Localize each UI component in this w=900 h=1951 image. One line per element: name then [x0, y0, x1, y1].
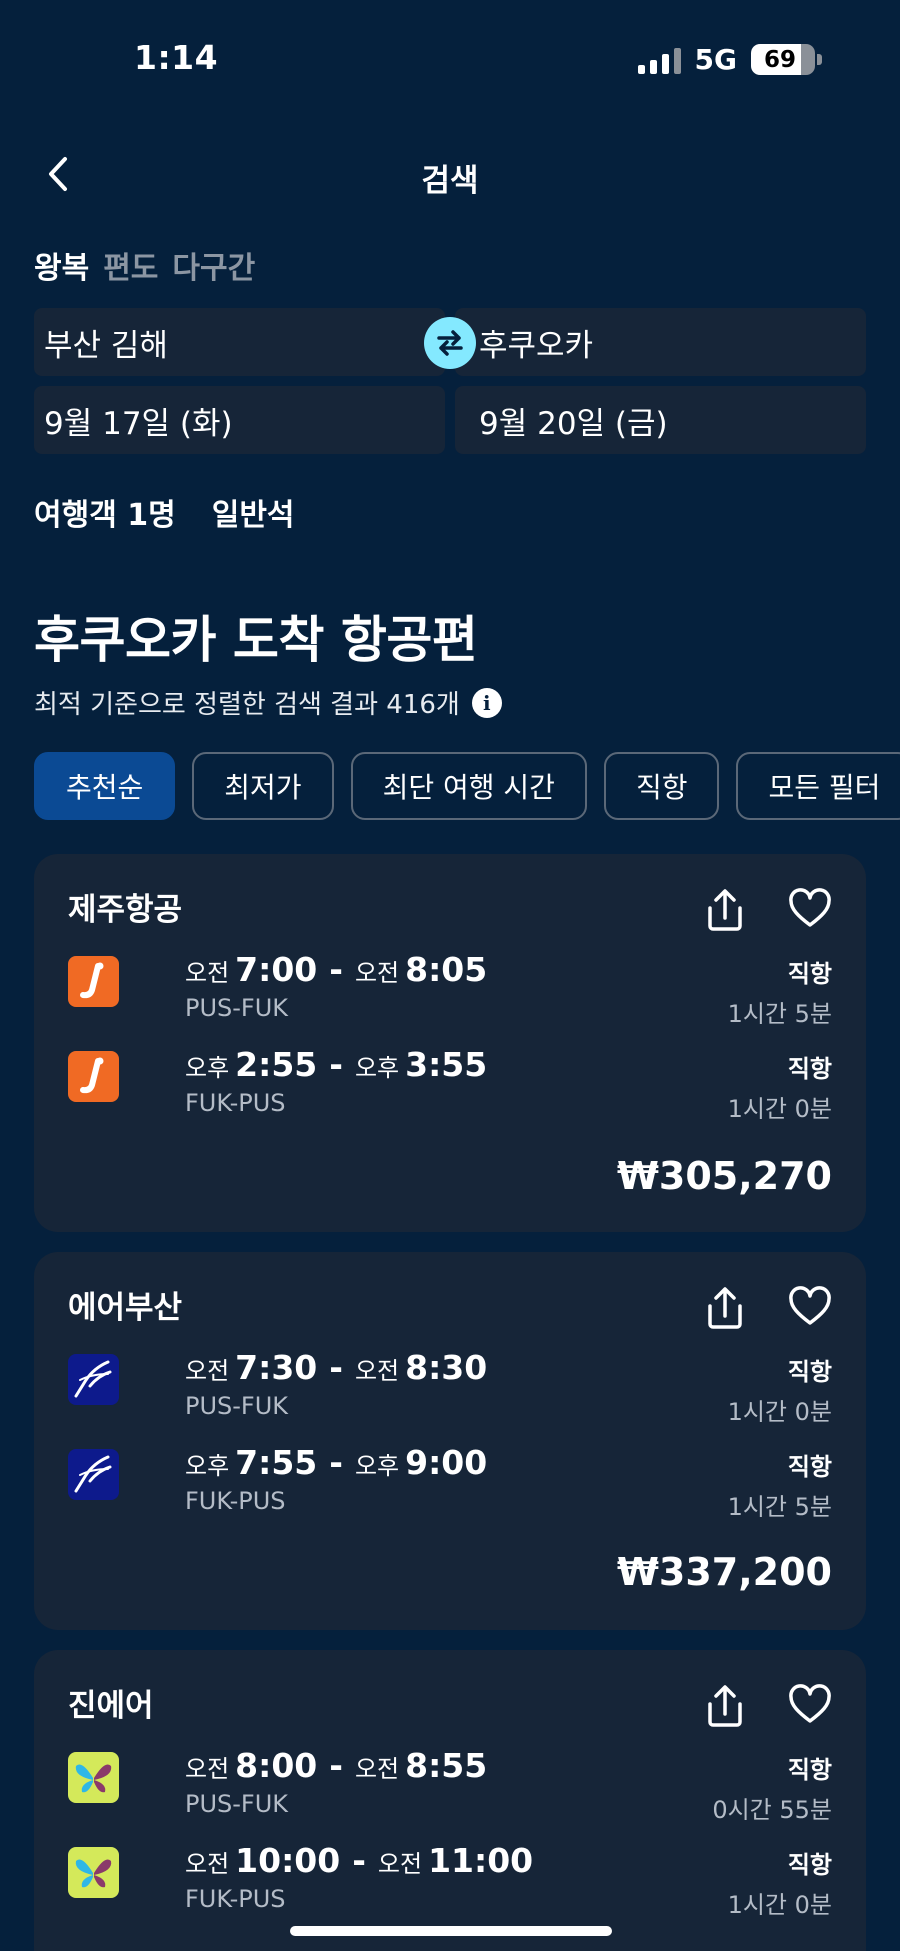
network-label: 5G — [694, 43, 737, 76]
jejuair-logo — [68, 1051, 119, 1102]
trip-type-tabs: 왕복 편도 다구간 — [34, 243, 255, 287]
leg-route: PUS-FUK — [185, 994, 289, 1022]
swap-button[interactable] — [424, 317, 476, 369]
leg-times: 오후 2:55- 오후 3:55 — [185, 1045, 488, 1084]
leg-duration: 1시간 5분 — [727, 1493, 832, 1521]
airline-name: 에어부산 — [68, 1290, 183, 1326]
chip-recommended[interactable]: 추천순 — [34, 752, 176, 820]
leg-route: FUK-PUS — [185, 1487, 286, 1515]
tab-round-trip[interactable]: 왕복 — [34, 243, 89, 287]
jejuair-logo — [68, 956, 119, 1007]
card-actions — [704, 888, 832, 932]
leg-stops: 직항 — [787, 1756, 832, 1784]
flight-price: ₩337,200 — [617, 1550, 832, 1594]
share-icon[interactable] — [704, 1286, 746, 1330]
travelers-selector[interactable]: 여행객 1명 — [34, 490, 176, 534]
destination-field[interactable]: 후쿠오카 — [455, 308, 866, 376]
leg-route: FUK-PUS — [185, 1885, 286, 1913]
flight-leg: 오전 7:00- 오전 8:05 PUS-FUK 직항 1시간 5분 — [68, 950, 832, 1030]
leg-duration: 1시간 0분 — [727, 1891, 832, 1919]
leg-times: 오전 8:00- 오전 8:55 — [185, 1746, 488, 1785]
leg-stops: 직항 — [787, 1453, 832, 1481]
battery-level: 69 — [763, 46, 796, 73]
cabin-selector[interactable]: 일반석 — [212, 490, 295, 534]
flight-leg: 오후 2:55- 오후 3:55 FUK-PUS 직항 1시간 0분 — [68, 1045, 832, 1125]
leg-stops: 직항 — [787, 1851, 832, 1879]
chip-direct[interactable]: 직항 — [603, 752, 720, 820]
airline-name: 진에어 — [68, 1688, 154, 1724]
leg-times: 오전 10:00- 오전 11:00 — [185, 1841, 534, 1880]
jinair-logo — [68, 1847, 119, 1898]
leg-route: PUS-FUK — [185, 1790, 289, 1818]
leg-duration: 1시간 0분 — [727, 1095, 832, 1123]
flight-price: ₩305,270 — [617, 1154, 832, 1198]
leg-times: 오후 7:55- 오후 9:00 — [185, 1443, 488, 1482]
leg-times: 오전 7:30- 오전 8:30 — [185, 1348, 488, 1387]
card-actions — [704, 1286, 832, 1330]
status-indicators: 5G 69 — [637, 43, 822, 76]
info-icon[interactable]: i — [471, 687, 502, 718]
battery-icon: 69 — [751, 44, 815, 75]
flight-leg: 오전 7:30- 오전 8:30 PUS-FUK 직항 1시간 0분 — [68, 1348, 832, 1428]
passenger-cabin-row: 여행객 1명 일반석 — [34, 490, 295, 534]
flight-card[interactable]: 진에어 오전 8:00- 오전 8:55 PUS-FUK 직항 0시간 55분 오전 1… — [34, 1650, 866, 1951]
share-icon[interactable] — [704, 888, 746, 932]
filter-chips: 추천순 최저가 최단 여행 시간 직항 모든 필터 — [34, 752, 900, 820]
flight-leg: 오후 7:55- 오후 9:00 FUK-PUS 직항 1시간 5분 — [68, 1443, 832, 1523]
tab-multi-city[interactable]: 다구간 — [172, 243, 255, 287]
leg-duration: 1시간 0분 — [727, 1398, 832, 1426]
airline-name: 제주항공 — [68, 892, 183, 928]
leg-stops: 직항 — [787, 1358, 832, 1386]
swap-icon — [437, 330, 463, 356]
leg-duration: 0시간 55분 — [712, 1796, 832, 1824]
chip-all-filters[interactable]: 모든 필터 — [736, 752, 900, 820]
leg-stops: 직항 — [787, 960, 832, 988]
status-bar: 1:14 5G 69 — [0, 0, 900, 120]
return-date-field[interactable]: 9월 20일 (금) — [455, 386, 866, 454]
flight-leg: 오전 8:00- 오전 8:55 PUS-FUK 직항 0시간 55분 — [68, 1746, 832, 1826]
status-time: 1:14 — [134, 38, 219, 77]
heart-icon[interactable] — [788, 888, 832, 928]
card-actions — [704, 1684, 832, 1728]
leg-route: PUS-FUK — [185, 1392, 289, 1420]
share-icon[interactable] — [704, 1684, 746, 1728]
heart-icon[interactable] — [788, 1684, 832, 1724]
tab-one-way[interactable]: 편도 — [103, 243, 158, 287]
flight-leg: 오전 10:00- 오전 11:00 FUK-PUS 직항 1시간 0분 — [68, 1841, 832, 1921]
results-subtitle-row: 최적 기준으로 정렬한 검색 결과 416개 i — [34, 684, 502, 721]
page-title: 검색 — [421, 163, 479, 199]
heart-icon[interactable] — [788, 1286, 832, 1326]
leg-stops: 직항 — [787, 1055, 832, 1083]
depart-date-field[interactable]: 9월 17일 (화) — [34, 386, 445, 454]
results-title: 후쿠오카 도착 항공편 — [34, 611, 478, 669]
jinair-logo — [68, 1752, 119, 1803]
origin-field[interactable]: 부산 김해 — [34, 308, 445, 376]
leg-route: FUK-PUS — [185, 1089, 286, 1117]
flight-card[interactable]: 제주항공 오전 7:00- 오전 8:05 PUS-FUK 직항 1시간 5분 오후 2… — [34, 854, 866, 1232]
results-subtitle: 최적 기준으로 정렬한 검색 결과 416개 — [34, 690, 460, 720]
flight-card[interactable]: 에어부산 오전 7:30- 오전 8:30 PUS-FUK 직항 1시간 0분 오후 7… — [34, 1252, 866, 1630]
chip-cheapest[interactable]: 최저가 — [192, 752, 334, 820]
home-indicator[interactable] — [290, 1926, 612, 1936]
airbusan-logo — [68, 1354, 119, 1405]
signal-icon — [637, 46, 681, 74]
chip-fastest[interactable]: 최단 여행 시간 — [350, 752, 587, 820]
leg-duration: 1시간 5분 — [727, 1000, 832, 1028]
leg-times: 오전 7:00- 오전 8:05 — [185, 950, 488, 989]
airbusan-logo — [68, 1449, 119, 1500]
